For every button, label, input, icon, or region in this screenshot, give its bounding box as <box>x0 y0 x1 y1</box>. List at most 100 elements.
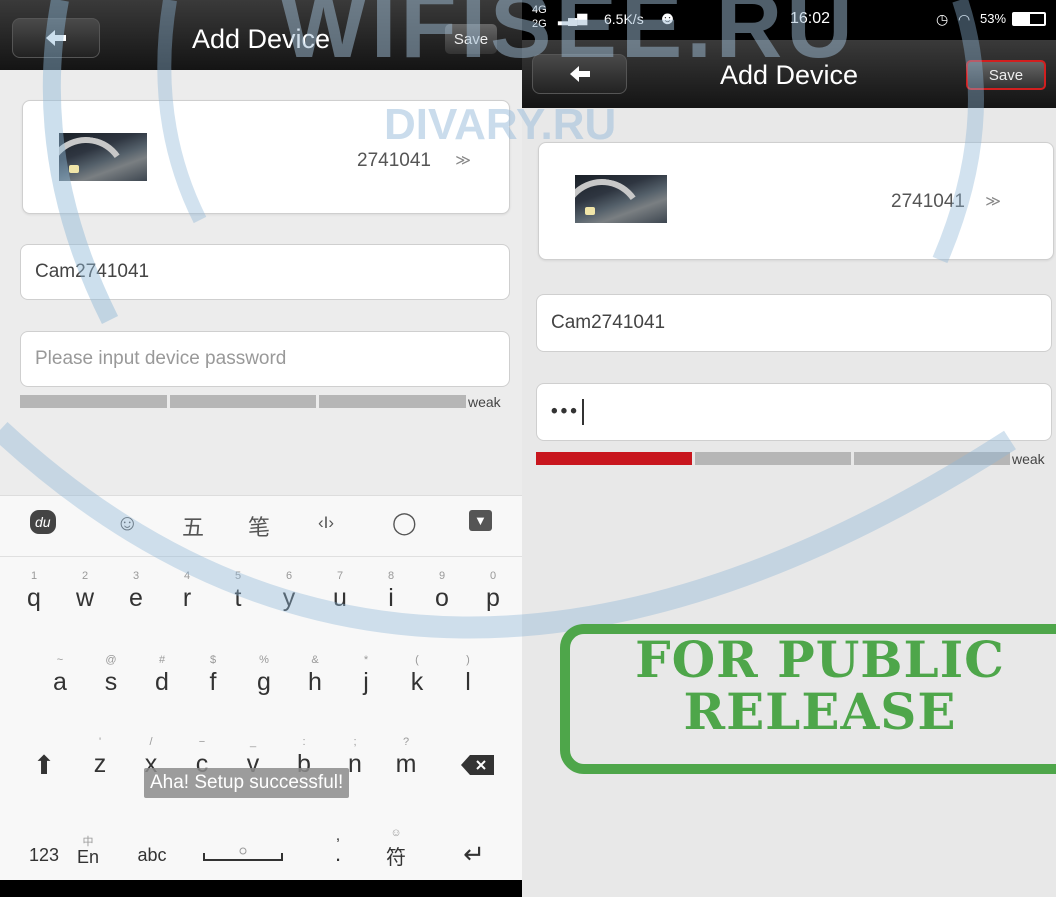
alarm-icon: ◷ <box>936 11 949 27</box>
keyboard-toolbar: du ☺ 五 笔 ‹I› ◯ ▼ <box>0 496 522 557</box>
key-l[interactable]: ) l <box>446 654 490 697</box>
numeric-key[interactable]: 123 <box>22 845 66 866</box>
key-y[interactable]: 6y <box>267 570 311 613</box>
battery-fill <box>1014 14 1030 24</box>
key-u[interactable]: 7u <box>318 570 362 613</box>
punctuation-key-label: . <box>334 841 342 866</box>
camera-thumbnail <box>575 175 667 223</box>
key-hint: / <box>149 736 153 748</box>
key-label: h <box>308 668 322 696</box>
key-a[interactable]: ~ a <box>38 654 82 697</box>
strength-segment <box>169 395 317 408</box>
symbol-key-label: 符 <box>386 847 406 869</box>
key-hint: 5 <box>234 570 242 582</box>
battery-icon <box>1012 12 1046 26</box>
wubi-icon[interactable]: 五 <box>182 510 204 542</box>
key-k[interactable]: (k <box>395 654 439 697</box>
key-hint: 0 <box>489 570 497 582</box>
password-placeholder: Please input device password <box>35 348 287 369</box>
language-key-hint: 中 <box>82 836 94 848</box>
key-label: k <box>410 668 424 696</box>
password-strength-bar <box>536 452 1010 465</box>
backspace-key[interactable] <box>456 754 500 781</box>
key-e[interactable]: 3e <box>114 570 158 613</box>
camera-thumbnail <box>59 133 147 181</box>
key-label: w <box>75 584 95 612</box>
device-name-value: Cam2741041 <box>551 312 666 333</box>
key-hint: 4 <box>183 570 191 582</box>
emoji-icon[interactable]: ☺ <box>116 510 138 536</box>
key-label: t <box>234 584 242 612</box>
key-w[interactable]: 2w <box>63 570 107 613</box>
key-hint: 2 <box>81 570 89 582</box>
hide-keyboard-icon[interactable]: ▼ <box>469 510 492 531</box>
key-t[interactable]: 5t <box>216 570 260 613</box>
key-hint: ~ <box>56 654 64 666</box>
key-i[interactable]: 8i <box>369 570 413 613</box>
device-name-field[interactable]: Cam2741041 <box>536 294 1052 352</box>
wifi-icon: ◠ <box>958 11 971 27</box>
for-public-release-stamp: FOR PUBLIC RELEASE <box>560 624 1056 774</box>
enter-key-icon[interactable]: ↵ <box>452 839 496 870</box>
key-z[interactable]: ' z <box>78 736 122 779</box>
password-field[interactable]: ••• <box>536 383 1052 441</box>
cursor-icon[interactable]: ‹I› <box>318 513 334 533</box>
key-hint: 9 <box>438 570 446 582</box>
strength-segment <box>695 452 851 465</box>
symbol-key[interactable]: ☺ 符 <box>374 827 418 870</box>
key-f[interactable]: $ f <box>191 654 235 697</box>
key-q[interactable]: 1q <box>12 570 56 613</box>
key-label: r <box>182 584 192 612</box>
key-d[interactable]: # d <box>140 654 184 697</box>
key-label: a <box>53 668 67 696</box>
battery-percent: 53% <box>980 11 1007 26</box>
key-label: z <box>93 750 107 778</box>
key-hint: * <box>363 654 369 666</box>
key-hint: 6 <box>285 570 293 582</box>
key-o[interactable]: 9o <box>420 570 464 613</box>
key-hint: 3 <box>132 570 140 582</box>
soft-keyboard: du ☺ 五 笔 ‹I› ◯ ▼ 1q2w3e4r5t6y7u8i9o0p ~ a… <box>0 495 522 881</box>
language-key-label: En <box>76 847 100 867</box>
key-label: m <box>395 750 417 778</box>
language-key[interactable]: 中 En <box>66 833 110 868</box>
key-j[interactable]: * j <box>344 654 388 697</box>
device-id: 2741041 <box>357 150 431 171</box>
device-card[interactable]: 2741041 ≫ <box>538 142 1054 260</box>
key-h[interactable]: & h <box>293 654 337 697</box>
key-label: u <box>333 584 347 612</box>
save-button[interactable]: Save <box>966 60 1046 90</box>
key-label: y <box>282 584 296 612</box>
chevron-right-icon: ≫ <box>455 152 471 169</box>
strength-label: weak <box>1012 451 1045 467</box>
shift-key-icon[interactable]: ⬆ <box>22 750 66 781</box>
key-label: s <box>104 668 118 696</box>
password-value: ••• <box>551 401 580 422</box>
key-hint: : <box>302 736 306 748</box>
key-s[interactable]: @ s <box>89 654 133 697</box>
password-strength-bar <box>20 395 467 408</box>
key-m[interactable]: ? m <box>384 736 428 779</box>
stroke-icon[interactable]: 笔 <box>248 510 270 542</box>
password-field[interactable]: Please input device password <box>20 331 510 387</box>
key-hint: 1 <box>30 570 38 582</box>
key-hint: ; <box>353 736 357 748</box>
key-hint: ( <box>415 654 419 666</box>
key-g[interactable]: % g <box>242 654 286 697</box>
strength-segment <box>854 452 1010 465</box>
key-r[interactable]: 4r <box>165 570 209 613</box>
stamp-line-1: FOR PUBLIC <box>635 630 1005 689</box>
key-label: f <box>209 668 217 696</box>
key-label: e <box>129 584 143 612</box>
device-id: 2741041 <box>891 191 965 212</box>
baidu-logo-icon[interactable]: du <box>30 510 56 534</box>
key-hint: % <box>259 654 269 666</box>
abc-key[interactable]: abc <box>130 845 174 866</box>
space-key[interactable] <box>198 845 288 870</box>
search-icon[interactable]: ◯ <box>392 510 417 536</box>
key-hint: ' <box>98 736 102 748</box>
punctuation-key[interactable]: , . <box>316 827 360 867</box>
key-hint: ? <box>402 736 410 748</box>
device-name-field[interactable]: Cam2741041 <box>20 244 510 300</box>
key-p[interactable]: 0p <box>471 570 515 613</box>
